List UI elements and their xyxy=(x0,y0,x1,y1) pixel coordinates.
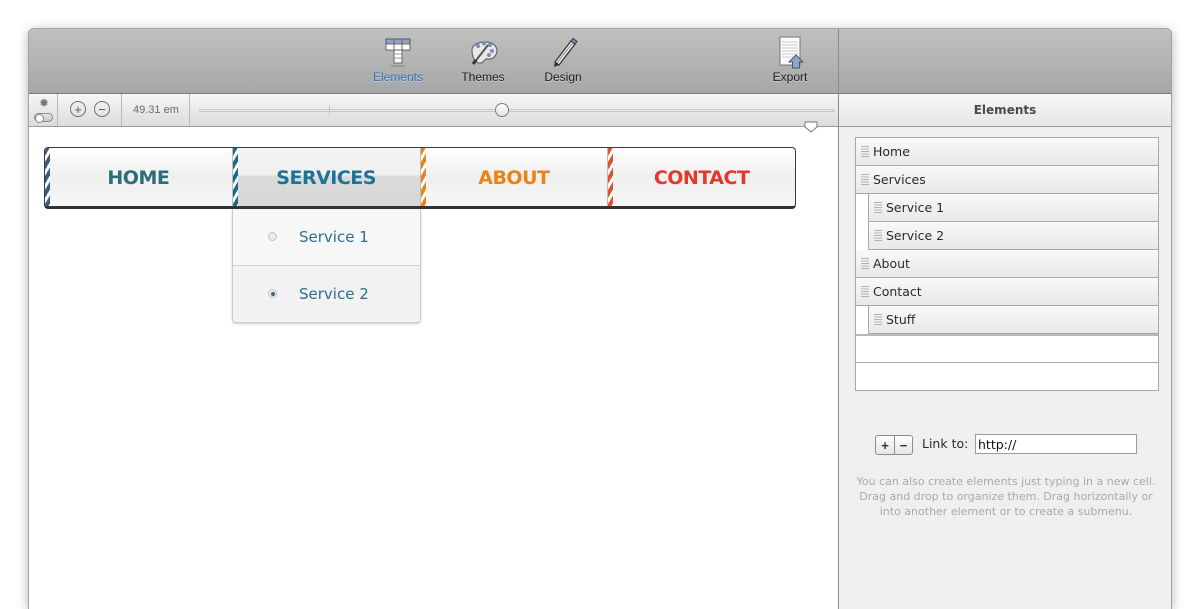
link-to-label: Link to: xyxy=(922,436,969,451)
main-toolbar: Elements Themes Design Export xyxy=(29,29,838,94)
width-ruler-bar: ✹ + − 49.31 em xyxy=(29,94,838,127)
toolbar-design-button[interactable]: Design xyxy=(535,35,591,84)
add-remove-group: + − xyxy=(875,435,913,455)
add-element-button[interactable]: + xyxy=(876,436,894,454)
gear-icon[interactable]: ✹ xyxy=(39,96,49,110)
tree-row-label: Contact xyxy=(873,284,922,299)
drag-handle-icon[interactable] xyxy=(861,174,869,185)
palette-icon xyxy=(471,41,498,65)
drag-handle-icon[interactable] xyxy=(874,314,882,325)
zoom-in-button[interactable]: + xyxy=(70,101,86,117)
dropdown-item-label: Service 2 xyxy=(299,285,369,303)
dropdown-item-service-2[interactable]: Service 2 xyxy=(233,265,420,321)
toolbar-themes-label: Themes xyxy=(461,70,505,84)
width-value-cell: 49.31 em xyxy=(122,94,190,126)
tree-row[interactable]: Contact xyxy=(856,278,1158,306)
menu-item-stripe xyxy=(608,148,614,206)
menu-preview-bar: HOME SERVICES ABOUT CONTACT xyxy=(44,147,796,209)
tree-row[interactable]: Service 1 xyxy=(868,194,1158,222)
menu-item-stripe xyxy=(420,148,426,206)
pencil-icon xyxy=(554,37,578,67)
empty-tree-cell[interactable] xyxy=(856,363,1158,390)
toolbar-design-label: Design xyxy=(544,70,582,84)
elements-panel: Home Services Service 1 Service 2 About Conta… xyxy=(838,127,1171,609)
table-icon xyxy=(385,38,411,67)
tree-row-label: Services xyxy=(873,172,926,187)
tree-row-label: About xyxy=(873,256,910,271)
toolbar-export-button[interactable]: Export xyxy=(765,35,815,84)
menu-item-home[interactable]: HOME xyxy=(45,148,232,206)
app-window: Elements Themes Design Export ✹ + − 49.3… xyxy=(29,29,1171,609)
zoom-cell: + − xyxy=(58,94,122,126)
help-text: You can also create elements just typing… xyxy=(856,475,1156,518)
preview-toggle[interactable] xyxy=(34,113,53,123)
side-panel-title: Elements xyxy=(838,94,1171,127)
elements-tree: Home Services Service 1 Service 2 About Conta… xyxy=(855,137,1159,391)
menu-item-label: HOME xyxy=(107,167,170,189)
menu-item-label: CONTACT xyxy=(653,167,750,189)
tree-row-label: Home xyxy=(873,144,910,159)
tree-row-label: Service 1 xyxy=(886,200,945,215)
tree-row-label: Service 2 xyxy=(886,228,945,243)
dropdown-item-label: Service 1 xyxy=(299,228,369,246)
menu-item-services[interactable]: SERVICES xyxy=(231,148,420,206)
link-url-input[interactable] xyxy=(975,434,1137,454)
empty-tree-cell[interactable] xyxy=(856,336,1158,363)
export-document-icon xyxy=(779,36,805,69)
toolbar-export-label: Export xyxy=(772,70,808,84)
menu-item-about[interactable]: ABOUT xyxy=(419,148,608,206)
services-dropdown: Service 1 Service 2 xyxy=(232,209,421,323)
width-slider-knob[interactable] xyxy=(495,103,509,117)
drag-handle-icon[interactable] xyxy=(861,286,869,297)
radio-icon xyxy=(268,289,277,298)
tree-row[interactable]: Stuff xyxy=(868,306,1158,334)
drag-handle-icon[interactable] xyxy=(861,146,869,157)
tree-row[interactable]: Services xyxy=(856,166,1158,194)
menu-item-label: ABOUT xyxy=(478,167,550,189)
radio-icon xyxy=(268,232,277,241)
tree-row[interactable]: Service 2 xyxy=(868,222,1158,250)
drag-handle-icon[interactable] xyxy=(874,230,882,241)
preview-canvas: HOME SERVICES ABOUT CONTACT Service 1 Se… xyxy=(29,127,838,609)
tree-row-label: Stuff xyxy=(886,312,916,327)
drag-handle-icon[interactable] xyxy=(874,202,882,213)
remove-element-button[interactable]: − xyxy=(894,436,912,454)
drag-handle-icon[interactable] xyxy=(861,258,869,269)
side-toolbar xyxy=(838,29,1171,94)
menu-item-contact[interactable]: CONTACT xyxy=(607,148,795,206)
width-marker-handle[interactable] xyxy=(804,121,818,133)
zoom-out-button[interactable]: − xyxy=(94,101,110,117)
dropdown-item-service-1[interactable]: Service 1 xyxy=(233,209,420,265)
slider-tick xyxy=(329,105,330,115)
toolbar-themes-button[interactable]: Themes xyxy=(453,35,513,84)
tree-row[interactable]: About xyxy=(856,250,1158,278)
settings-cell: ✹ xyxy=(29,94,58,126)
menu-item-label: SERVICES xyxy=(276,167,376,189)
toolbar-elements-label: Elements xyxy=(372,70,424,84)
tree-row[interactable]: Home xyxy=(856,138,1158,166)
width-slider-track[interactable] xyxy=(199,109,835,112)
toolbar-elements-button[interactable]: Elements xyxy=(369,35,427,84)
width-value: 49.31 em xyxy=(133,104,179,116)
menu-item-stripe xyxy=(45,148,50,206)
menu-item-stripe xyxy=(232,148,238,206)
